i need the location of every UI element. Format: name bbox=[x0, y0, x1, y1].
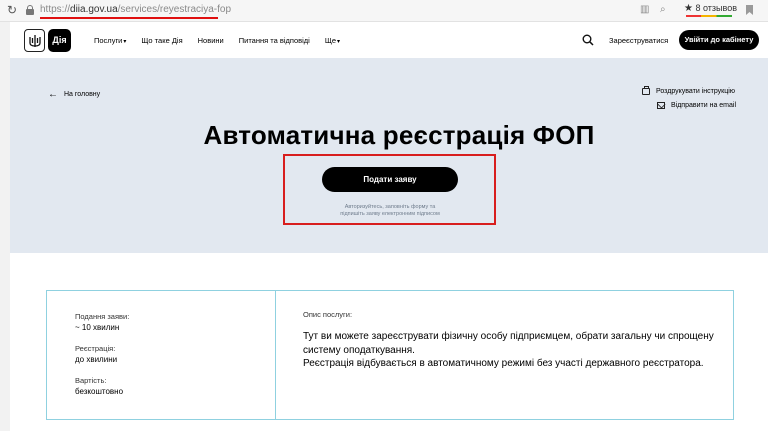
nav-item-faq[interactable]: Питання та відповіді bbox=[239, 36, 310, 45]
url-scheme: https:// bbox=[40, 4, 71, 15]
back-home-link[interactable]: ← На головну bbox=[48, 89, 100, 100]
url-path: /services/reyestraciya-fop bbox=[117, 4, 232, 15]
bookmark-icon[interactable] bbox=[746, 5, 753, 15]
chevron-down-icon: ▾ bbox=[337, 38, 341, 45]
nav-item-news[interactable]: Новини bbox=[198, 36, 224, 45]
print-label: Роздрукувати інструкцію bbox=[656, 88, 736, 95]
fact-key: Реєстрація: bbox=[75, 344, 116, 353]
nav-label: Ще bbox=[324, 35, 337, 45]
main-nav: Послуги▾ Що таке Дія Новини Питання та в… bbox=[94, 22, 355, 58]
printer-icon bbox=[642, 86, 650, 95]
fact-value: ~ 10 хвилин bbox=[75, 323, 120, 332]
nav-item-services[interactable]: Послуги▾ bbox=[94, 36, 126, 45]
service-info-section: Подання заяви: ~ 10 хвилин Реєстрація: д… bbox=[10, 253, 768, 431]
reviews-rating-bar bbox=[686, 15, 732, 17]
login-button[interactable]: Увійти до кабінету bbox=[679, 30, 759, 50]
search-page-icon[interactable]: ⌕ bbox=[660, 4, 666, 16]
send-email-link[interactable]: Відправити на email bbox=[657, 102, 736, 109]
nav-item-about[interactable]: Що таке Дія bbox=[141, 36, 182, 45]
submit-application-button[interactable]: Подати заяву bbox=[322, 167, 458, 192]
nav-label: Що таке Дія bbox=[141, 35, 183, 45]
search-icon[interactable] bbox=[582, 34, 594, 46]
service-info-card: Подання заяви: ~ 10 хвилин Реєстрація: д… bbox=[46, 290, 734, 420]
fact-key: Подання заяви: bbox=[75, 312, 130, 321]
nav-label: Питання та відповіді bbox=[238, 35, 310, 45]
back-home-label: На головну bbox=[64, 91, 101, 98]
fact-key: Вартість: bbox=[75, 376, 107, 385]
fact-value: безкоштовно bbox=[75, 387, 124, 396]
site-header: Дія Послуги▾ Що таке Дія Новини Питання … bbox=[10, 22, 768, 58]
apply-hint-line: підпишіть заяву електронним підписом bbox=[340, 211, 440, 217]
diia-logo[interactable]: Дія bbox=[48, 29, 71, 52]
chevron-down-icon: ▾ bbox=[123, 38, 127, 45]
description-paragraph: Тут ви можете зареєструвати фізичну особ… bbox=[303, 331, 714, 356]
star-icon: ★ bbox=[684, 3, 693, 14]
reader-mode-icon[interactable]: ▥ bbox=[640, 4, 649, 16]
browser-address-bar: ↻ https://diia.gov.ua/services/reyestrac… bbox=[0, 0, 768, 22]
reload-icon[interactable]: ↻ bbox=[5, 3, 19, 17]
description-text: Тут ви можете зареєструвати фізичну особ… bbox=[303, 330, 723, 371]
email-label: Відправити на email bbox=[671, 102, 737, 109]
fact-submission: Подання заяви: ~ 10 хвилин bbox=[75, 311, 129, 333]
arrow-left-icon: ← bbox=[48, 89, 58, 100]
nav-item-more[interactable]: Ще▾ bbox=[325, 36, 340, 45]
url-underline-annotation bbox=[40, 17, 218, 19]
hero-section: ← На головну Роздрукувати інструкцію Від… bbox=[10, 58, 768, 253]
print-instruction-link[interactable]: Роздрукувати інструкцію bbox=[642, 86, 736, 95]
service-facts: Подання заяви: ~ 10 хвилин Реєстрація: д… bbox=[47, 291, 276, 419]
nav-label: Послуги bbox=[94, 35, 123, 45]
fact-cost: Вартість: безкоштовно bbox=[75, 375, 123, 397]
trident-logo-icon[interactable] bbox=[24, 29, 45, 52]
page-title: Автоматична реєстрація ФОП bbox=[203, 120, 595, 150]
lock-icon[interactable] bbox=[26, 5, 34, 15]
description-label: Опис послуги: bbox=[303, 310, 353, 319]
address-url[interactable]: https://diia.gov.ua/services/reyestraciy… bbox=[40, 4, 231, 15]
mail-icon bbox=[657, 102, 665, 109]
apply-hint-line: Авторизуйтесь, заповніть форму та bbox=[344, 204, 436, 210]
nav-label: Новини bbox=[197, 35, 224, 45]
fact-registration: Реєстрація: до хвилини bbox=[75, 343, 117, 365]
reviews-label: 8 отзывов bbox=[695, 3, 737, 13]
url-host: diia.gov.ua bbox=[70, 4, 118, 15]
service-description: Опис послуги: Тут ви можете зареєструват… bbox=[276, 291, 733, 419]
fact-value: до хвилини bbox=[75, 355, 118, 364]
register-link[interactable]: Зареєструватися bbox=[609, 36, 668, 45]
apply-hint: Авторизуйтесь, заповніть форму та підпиш… bbox=[310, 204, 470, 218]
reviews-badge[interactable]: ★ 8 отзывов bbox=[684, 3, 737, 14]
description-paragraph: Реєстрація відбувається в автоматичному … bbox=[303, 358, 704, 369]
